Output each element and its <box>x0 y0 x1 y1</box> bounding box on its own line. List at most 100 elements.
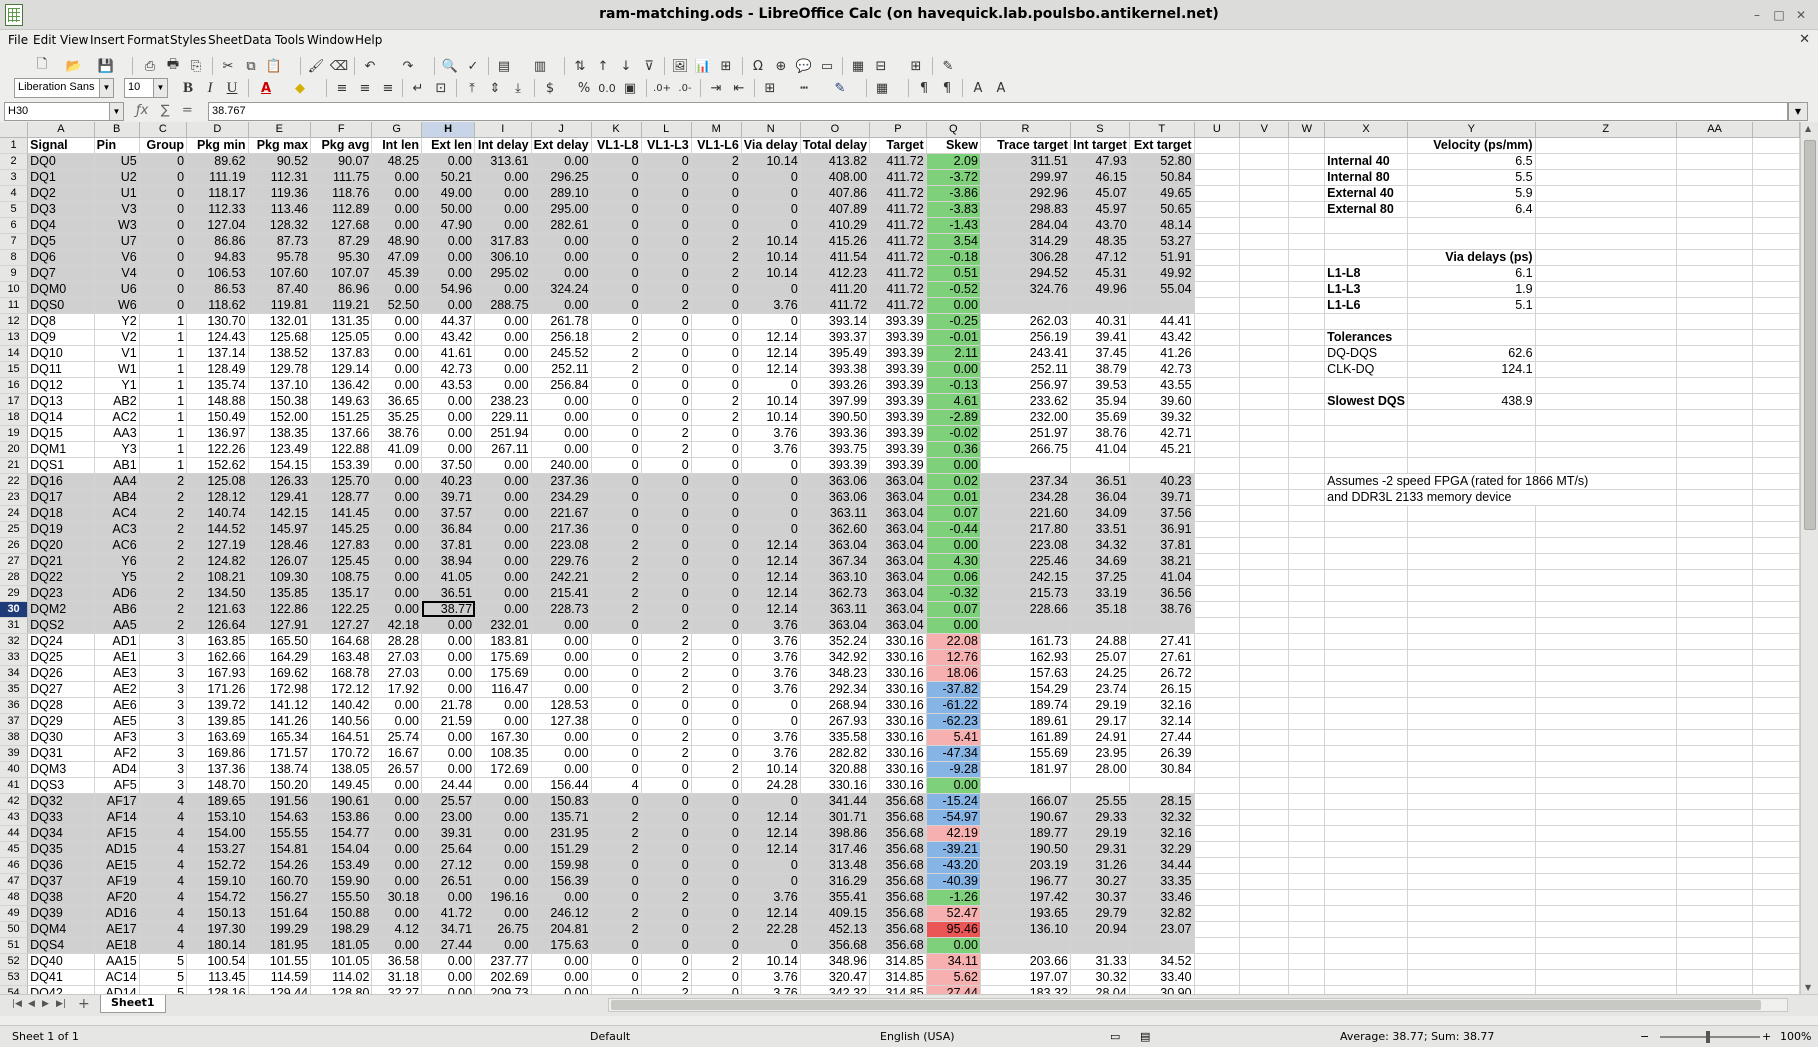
cell[interactable] <box>1752 169 1800 186</box>
highlight-color-icon[interactable]: ◆ <box>290 78 310 98</box>
cell[interactable]: 5.5 <box>1407 169 1536 186</box>
cell[interactable] <box>1676 665 1754 682</box>
cell[interactable]: 26.51 <box>421 873 476 890</box>
cell[interactable]: AE15 <box>94 857 140 874</box>
cell[interactable]: 0.00 <box>531 745 592 762</box>
cell[interactable] <box>1239 793 1290 810</box>
cell[interactable]: 411.72 <box>869 217 927 234</box>
cell[interactable]: 2 <box>139 521 188 538</box>
cell[interactable]: AB2 <box>94 393 140 410</box>
cell[interactable]: DQ16 <box>27 473 95 490</box>
cell[interactable]: 314.85 <box>869 953 927 970</box>
cell[interactable]: 34.09 <box>1070 505 1130 522</box>
cell[interactable]: 356.68 <box>869 905 927 922</box>
cell[interactable]: 0 <box>691 809 742 826</box>
cell[interactable]: 175.69 <box>474 649 532 666</box>
cell[interactable]: -0.01 <box>926 329 981 346</box>
cell[interactable]: AA5 <box>94 617 140 634</box>
cell[interactable]: 0 <box>591 505 642 522</box>
cell[interactable]: 0.00 <box>421 633 476 650</box>
cell[interactable]: DQ18 <box>27 505 95 522</box>
cell[interactable]: 37.56 <box>1129 505 1195 522</box>
cell[interactable]: 411.72 <box>869 185 927 202</box>
cell[interactable] <box>1288 505 1326 522</box>
cell[interactable]: 0 <box>691 825 742 842</box>
cell[interactable]: 47.93 <box>1070 153 1130 170</box>
cell[interactable]: 42.73 <box>421 361 476 378</box>
cell[interactable]: 140.42 <box>310 697 373 714</box>
cell[interactable]: 0.00 <box>421 409 476 426</box>
cell[interactable]: 191.56 <box>248 793 312 810</box>
cell[interactable]: 113.46 <box>248 201 312 218</box>
cell[interactable]: 86.53 <box>186 281 249 298</box>
cell[interactable] <box>1288 457 1326 474</box>
cell[interactable]: 0.00 <box>474 489 532 506</box>
cell[interactable]: 0 <box>641 409 692 426</box>
cell[interactable]: 107.60 <box>248 265 312 282</box>
sum-icon[interactable]: ∑ <box>161 103 170 118</box>
cell[interactable]: 26.72 <box>1129 665 1195 682</box>
cell[interactable]: 0.00 <box>531 729 592 746</box>
cell[interactable]: 27.44 <box>926 985 981 994</box>
cell[interactable]: 0 <box>741 697 801 714</box>
cell[interactable]: V1 <box>94 345 140 362</box>
cell[interactable]: 139.85 <box>186 713 249 730</box>
cell[interactable] <box>1288 249 1326 266</box>
row-header[interactable]: 47 <box>0 873 29 890</box>
cell[interactable] <box>1676 345 1754 362</box>
cell[interactable]: DQ40 <box>27 953 95 970</box>
merge-cells-icon[interactable]: ⊡ <box>431 78 451 98</box>
cell[interactable] <box>1194 697 1241 714</box>
cell[interactable]: 189.61 <box>980 713 1071 730</box>
cell[interactable]: DQM4 <box>27 921 95 938</box>
cell[interactable]: 154.81 <box>248 841 312 858</box>
cell[interactable] <box>1239 233 1290 250</box>
cell[interactable]: 0 <box>741 937 801 954</box>
column-header[interactable]: I <box>474 122 532 138</box>
cell[interactable]: AD14 <box>94 985 140 994</box>
cell[interactable] <box>1324 745 1408 762</box>
cell[interactable]: 38.76 <box>1129 601 1195 618</box>
cell[interactable]: 0.00 <box>421 729 476 746</box>
cell[interactable]: Ext target <box>1129 137 1195 154</box>
cell[interactable]: 0.00 <box>474 873 532 890</box>
cell[interactable] <box>1194 345 1241 362</box>
cell[interactable]: 124.82 <box>186 553 249 570</box>
cell[interactable]: 29.19 <box>1070 825 1130 842</box>
cell[interactable]: 0.00 <box>371 585 423 602</box>
cell[interactable] <box>1535 345 1677 362</box>
cell[interactable]: 0 <box>591 153 642 170</box>
cell[interactable] <box>1676 217 1754 234</box>
cell[interactable]: 39.71 <box>1129 489 1195 506</box>
cell[interactable] <box>1288 761 1326 778</box>
cell[interactable]: 164.29 <box>248 649 312 666</box>
cell[interactable] <box>1288 553 1326 570</box>
cell[interactable]: 141.26 <box>248 713 312 730</box>
cell[interactable]: 137.66 <box>310 425 373 442</box>
cell[interactable]: 127.83 <box>310 537 373 554</box>
cell[interactable]: 320.47 <box>800 969 871 986</box>
cell[interactable]: 0 <box>641 761 692 778</box>
page-style[interactable]: Default <box>590 1030 630 1043</box>
cell[interactable]: 0 <box>691 169 742 186</box>
cell[interactable]: 25.55 <box>1070 793 1130 810</box>
cell[interactable]: 234.28 <box>980 489 1071 506</box>
cell[interactable] <box>1194 649 1241 666</box>
cell[interactable]: 44.41 <box>1129 313 1195 330</box>
cell[interactable]: 330.16 <box>869 761 927 778</box>
cell[interactable]: 2 <box>641 889 692 906</box>
cell[interactable] <box>1752 377 1800 394</box>
cell[interactable] <box>1752 649 1800 666</box>
cell[interactable]: 156.27 <box>248 889 312 906</box>
cell[interactable]: 393.39 <box>869 345 927 362</box>
cell[interactable]: 154.77 <box>310 825 373 842</box>
row-header[interactable]: 13 <box>0 329 29 346</box>
cell[interactable]: -47.34 <box>926 745 981 762</box>
cell[interactable]: 4 <box>139 841 188 858</box>
cell[interactable] <box>1752 201 1800 218</box>
cell[interactable]: -3.83 <box>926 201 981 218</box>
cell[interactable]: 215.41 <box>531 585 592 602</box>
cell[interactable]: 2 <box>139 601 188 618</box>
cell[interactable]: 2 <box>691 393 742 410</box>
cell[interactable]: 0 <box>691 425 742 442</box>
